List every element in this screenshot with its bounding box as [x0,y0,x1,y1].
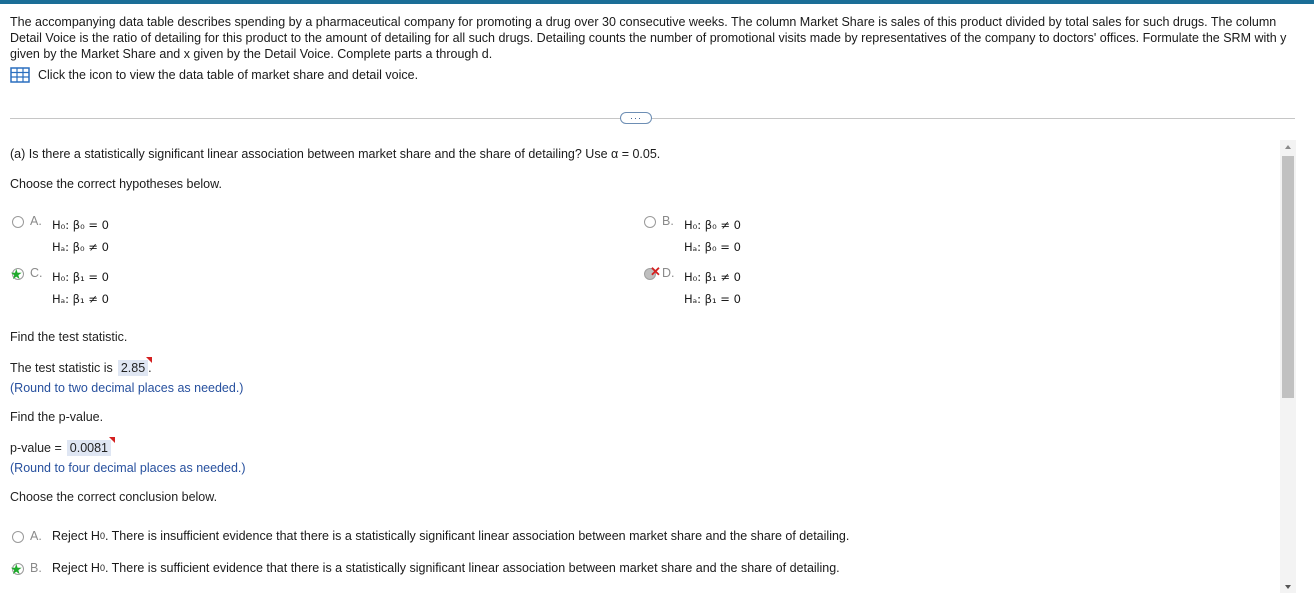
section-divider [10,118,1295,119]
option-letter: A. [30,529,42,543]
round-note-pv: (Round to four decimal places as needed.… [10,461,246,475]
hyp-option-c[interactable]: ★ C. H₀: β₁ = 0 Hₐ: β₁ ≠ 0 [10,266,110,310]
p-value-row: p-value = 0.0081 [10,437,116,456]
radio-button-selected[interactable]: ✕ [644,265,661,280]
radio-button[interactable] [644,216,656,228]
option-letter: B. [662,214,674,228]
data-table-link[interactable]: Click the icon to view the data table of… [10,67,418,83]
null-hypothesis: H₀: β₁ = 0 [52,270,110,284]
table-grid-icon[interactable] [10,67,30,83]
null-hypothesis: H₀: β₀ = 0 [52,218,110,232]
null-hypothesis: H₀: β₀ ≠ 0 [684,218,742,232]
conclusion-option-b[interactable]: ★ B. Reject H0 . There is sufficient evi… [10,561,840,577]
p-value-answer[interactable]: 0.0081 [66,437,116,456]
correct-star-icon: ★ [10,561,23,577]
incorrect-x-icon: ✕ [650,264,661,279]
hyp-option-d[interactable]: ✕ D. H₀: β₁ ≠ 0 Hₐ: β₁ = 0 [644,265,742,310]
problem-intro: The accompanying data table describes sp… [10,15,1287,61]
hyp-option-a[interactable]: A. H₀: β₀ = 0 Hₐ: β₀ ≠ 0 [12,214,109,258]
option-letter: D. [662,266,675,280]
incorrect-flag-icon [146,357,153,363]
test-statistic-row: The test statistic is 2.85 . [10,357,153,376]
alt-hypothesis: Hₐ: β₀ ≠ 0 [52,240,109,254]
test-statistic-prefix: The test statistic is [10,361,113,375]
choose-hypotheses-label: Choose the correct hypotheses below. [10,177,222,191]
scroll-down-arrow-icon[interactable] [1285,585,1291,589]
choose-conclusion-label: Choose the correct conclusion below. [10,490,218,504]
hyp-option-b[interactable]: B. H₀: β₀ ≠ 0 Hₐ: β₀ = 0 [644,214,741,258]
radio-button[interactable] [12,216,24,228]
alt-hypothesis: Hₐ: β₀ = 0 [684,240,741,254]
incorrect-flag-icon [109,437,116,443]
expand-more-button[interactable]: ··· [620,112,652,124]
scroll-up-arrow-icon[interactable] [1285,145,1291,149]
p-value-value: 0.0081 [69,441,109,455]
find-test-statistic-label: Find the test statistic. [10,330,128,344]
round-note-ts: (Round to two decimal places as needed.) [10,381,244,395]
option-letter: A. [30,214,42,228]
part-a-question: (a) Is there a statistically significant… [10,147,661,161]
option-letter: C. [30,266,43,280]
radio-button[interactable]: ★ [10,266,24,282]
test-statistic-answer[interactable]: 2.85 [117,357,153,376]
alt-hypothesis: Hₐ: β₁ ≠ 0 [52,292,109,306]
conclusion-text: . There is insufficient evidence that th… [104,529,850,543]
alt-hypothesis: Hₐ: β₁ = 0 [684,292,741,306]
option-letter: B. [30,561,42,575]
data-table-link-text[interactable]: Click the icon to view the data table of… [38,68,418,82]
correct-star-icon: ★ [10,266,23,282]
find-p-value-label: Find the p-value. [10,410,104,424]
scrollbar-thumb[interactable] [1282,156,1294,398]
conclusion-option-a[interactable]: A. Reject H0 . There is insufficient evi… [12,529,849,543]
top-accent-bar [0,0,1314,4]
conclusion-reject: Reject H [52,529,100,543]
radio-button[interactable] [12,531,24,543]
conclusion-reject: Reject H [52,561,100,575]
radio-button[interactable]: ★ [10,561,24,577]
p-value-prefix: p-value = [10,441,62,455]
null-hypothesis: H₀: β₁ ≠ 0 [684,270,742,284]
test-statistic-value: 2.85 [120,361,146,375]
conclusion-text: . There is sufficient evidence that ther… [104,561,840,575]
test-statistic-suffix: . [148,361,152,375]
